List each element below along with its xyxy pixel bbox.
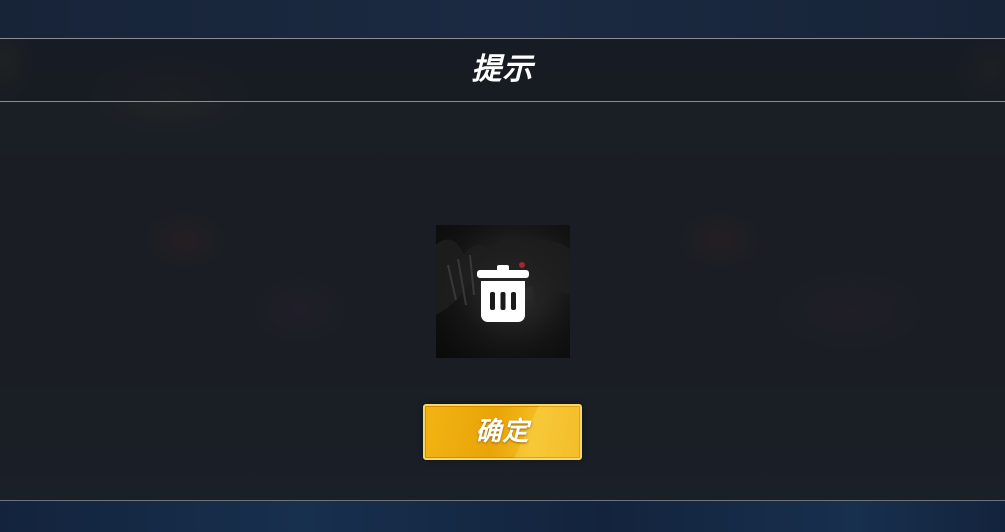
- dialog-title: 提示: [471, 52, 534, 87]
- confirm-button[interactable]: 确定: [423, 404, 582, 460]
- background-bottom-strip: [0, 501, 1005, 532]
- confirm-button-label: 确定: [475, 417, 530, 447]
- item-tile: [436, 225, 570, 358]
- background-top-strip: [0, 0, 1005, 38]
- dialog-header: 提示: [0, 38, 1005, 102]
- trash-icon: [477, 265, 529, 322]
- dialog-footer-divider: [0, 500, 1005, 501]
- game-screen: 提示 确定: [0, 0, 1005, 532]
